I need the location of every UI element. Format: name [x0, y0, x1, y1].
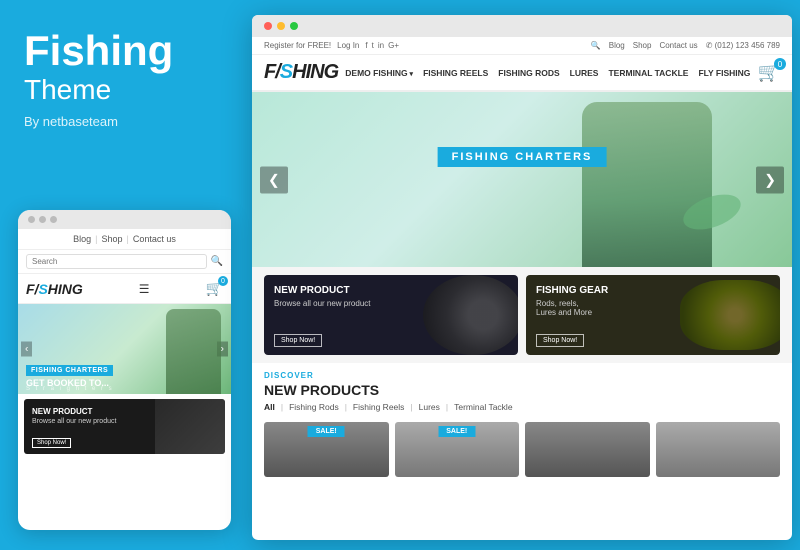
new-product-banner: NEW PRODUCT Browse all our new product S… [264, 275, 518, 355]
mobile-product-image [155, 399, 225, 454]
product-card-1[interactable]: SALE! [264, 422, 389, 477]
mobile-dot-3 [50, 216, 57, 223]
facebook-icon[interactable]: f [365, 41, 367, 50]
site-cart[interactable]: 🛒 0 [758, 62, 780, 83]
new-product-title: NEW PRODUCT [274, 285, 508, 296]
fishing-gear-shop-button[interactable]: Shop Now! [536, 334, 584, 347]
nav-fly-fishing[interactable]: FLY FISHING [698, 68, 750, 78]
linkedin-icon[interactable]: in [378, 41, 384, 50]
mobile-hero-label: FISHING CHARTERS [26, 365, 113, 376]
fishing-gear-banner: FISHING GEAR Rods, reels,Lures and More … [526, 275, 780, 355]
mobile-dot-1 [28, 216, 35, 223]
mobile-hero-person-image [166, 309, 221, 394]
filter-terminal-tackle[interactable]: Terminal Tackle [454, 402, 512, 412]
mobile-nav-shop[interactable]: Shop [101, 234, 122, 244]
product-card-3[interactable] [525, 422, 650, 477]
site-top-right: 🔍 Blog Shop Contact us ✆ (012) 123 456 7… [591, 41, 780, 50]
mobile-hero-small: S t r a i g h t e r s [26, 386, 114, 392]
site-top-left: Register for FREE! Log In f t in G+ [264, 41, 399, 50]
social-icons: f t in G+ [365, 41, 399, 50]
mobile-nav-blog[interactable]: Blog [73, 234, 91, 244]
hero-label: FISHING CHARTERS [438, 147, 607, 167]
discover-filters: All | Fishing Rods | Fishing Reels | Lur… [264, 402, 780, 412]
phone-number: ✆ (012) 123 456 789 [706, 41, 780, 50]
nav-lures[interactable]: LURES [570, 68, 599, 78]
mobile-shop-now-button[interactable]: Shop Now! [32, 438, 71, 448]
mobile-hero: FISHING CHARTERS GET BOOKED TO... S t r … [18, 304, 231, 394]
product-banners: NEW PRODUCT Browse all our new product S… [252, 267, 792, 363]
googleplus-icon[interactable]: G+ [388, 41, 399, 50]
nav-fishing-reels[interactable]: FISHING REELS [423, 68, 488, 78]
site-header-main: F/SHING DEMO FISHING FISHING REELS FISHI… [252, 55, 792, 92]
fishing-gear-desc: Rods, reels,Lures and More [536, 299, 770, 317]
brand-byline: By netbaseteam [24, 114, 224, 129]
discover-title: NEW PRODUCTS [264, 382, 780, 398]
browser-dot-minimize[interactable] [277, 22, 285, 30]
product-card-1-badge: SALE! [308, 426, 345, 437]
mobile-search-input[interactable] [26, 254, 207, 269]
shop-link[interactable]: Shop [633, 41, 652, 50]
new-product-shop-button[interactable]: Shop Now! [274, 334, 322, 347]
discover-section: DISCOVER NEW PRODUCTS All | Fishing Rods… [252, 363, 792, 416]
site-hero: FISHING CHARTERS ❮ ❯ [252, 92, 792, 267]
mobile-nav-contact[interactable]: Contact us [133, 234, 176, 244]
mobile-logo: F/SHING [26, 281, 83, 297]
site-header-top: Register for FREE! Log In f t in G+ 🔍 Bl… [252, 37, 792, 55]
nav-fishing-rods[interactable]: FISHING RODS [498, 68, 559, 78]
filter-sep-3: | [410, 402, 412, 412]
browser-titlebar [252, 15, 792, 37]
nav-demo-fishing[interactable]: DEMO FISHING [345, 68, 413, 78]
mobile-mockup: Blog | Shop | Contact us 🔍 F/SHING ☰ 🛒 0… [18, 210, 231, 530]
filter-lures[interactable]: Lures [419, 402, 440, 412]
browser-dot-maximize[interactable] [290, 22, 298, 30]
register-link[interactable]: Register for FREE! [264, 41, 331, 50]
new-product-desc: Browse all our new product [274, 299, 508, 308]
search-icon[interactable]: 🔍 [211, 256, 223, 267]
product-card-4[interactable] [656, 422, 781, 477]
mobile-cart-badge: 0 [218, 276, 228, 286]
product-card-2-badge: SALE! [438, 426, 475, 437]
filter-sep-1: | [281, 402, 283, 412]
menu-icon[interactable]: ☰ [139, 282, 150, 296]
filter-all[interactable]: All [264, 402, 275, 412]
filter-fishing-rods[interactable]: Fishing Rods [289, 402, 339, 412]
mobile-sep-1: | [95, 234, 97, 244]
mobile-titlebar [18, 210, 231, 229]
login-link[interactable]: Log In [337, 41, 359, 50]
nav-terminal-tackle[interactable]: TERMINAL TACKLE [608, 68, 688, 78]
blog-link[interactable]: Blog [609, 41, 625, 50]
mobile-product-banner: NEW PRODUCT Browse all our new product S… [24, 399, 225, 454]
browser-dot-close[interactable] [264, 22, 272, 30]
mobile-product-section: NEW PRODUCT Browse all our new product S… [18, 394, 231, 459]
fishing-gear-title: FISHING GEAR [536, 285, 770, 296]
left-panel: Fishing Theme By netbaseteam Blog | Shop… [0, 0, 248, 550]
product-card-3-image [525, 422, 650, 477]
site-logo: F/SHING [264, 61, 338, 84]
mobile-dot-2 [39, 216, 46, 223]
discover-label: DISCOVER [264, 371, 780, 380]
brand-subtitle: Theme [24, 74, 224, 106]
browser-mockup: Register for FREE! Log In f t in G+ 🔍 Bl… [252, 15, 792, 540]
product-cards-row: SALE! SALE! [252, 416, 792, 477]
filter-fishing-reels[interactable]: Fishing Reels [353, 402, 405, 412]
mobile-search-bar: 🔍 [18, 250, 231, 274]
hero-person-image [582, 102, 712, 267]
contact-link[interactable]: Contact us [659, 41, 697, 50]
site-cart-badge: 0 [774, 58, 786, 70]
mobile-logo-bar: F/SHING ☰ 🛒 0 [18, 274, 231, 304]
mobile-hero-prev[interactable]: ‹ [21, 342, 32, 357]
mobile-sep-2: | [127, 234, 129, 244]
twitter-icon[interactable]: t [372, 41, 374, 50]
filter-sep-4: | [446, 402, 448, 412]
mobile-topbar: Blog | Shop | Contact us [18, 229, 231, 250]
product-card-2[interactable]: SALE! [395, 422, 520, 477]
filter-sep-2: | [345, 402, 347, 412]
product-card-4-image [656, 422, 781, 477]
mobile-cart-icon[interactable]: 🛒 0 [206, 280, 223, 297]
hero-next-arrow[interactable]: ❯ [756, 166, 784, 193]
site-nav: DEMO FISHING FISHING REELS FISHING RODS … [345, 68, 750, 78]
brand-title: Fishing [24, 30, 224, 72]
search-icon-top[interactable]: 🔍 [591, 41, 601, 50]
hero-prev-arrow[interactable]: ❮ [260, 166, 288, 193]
